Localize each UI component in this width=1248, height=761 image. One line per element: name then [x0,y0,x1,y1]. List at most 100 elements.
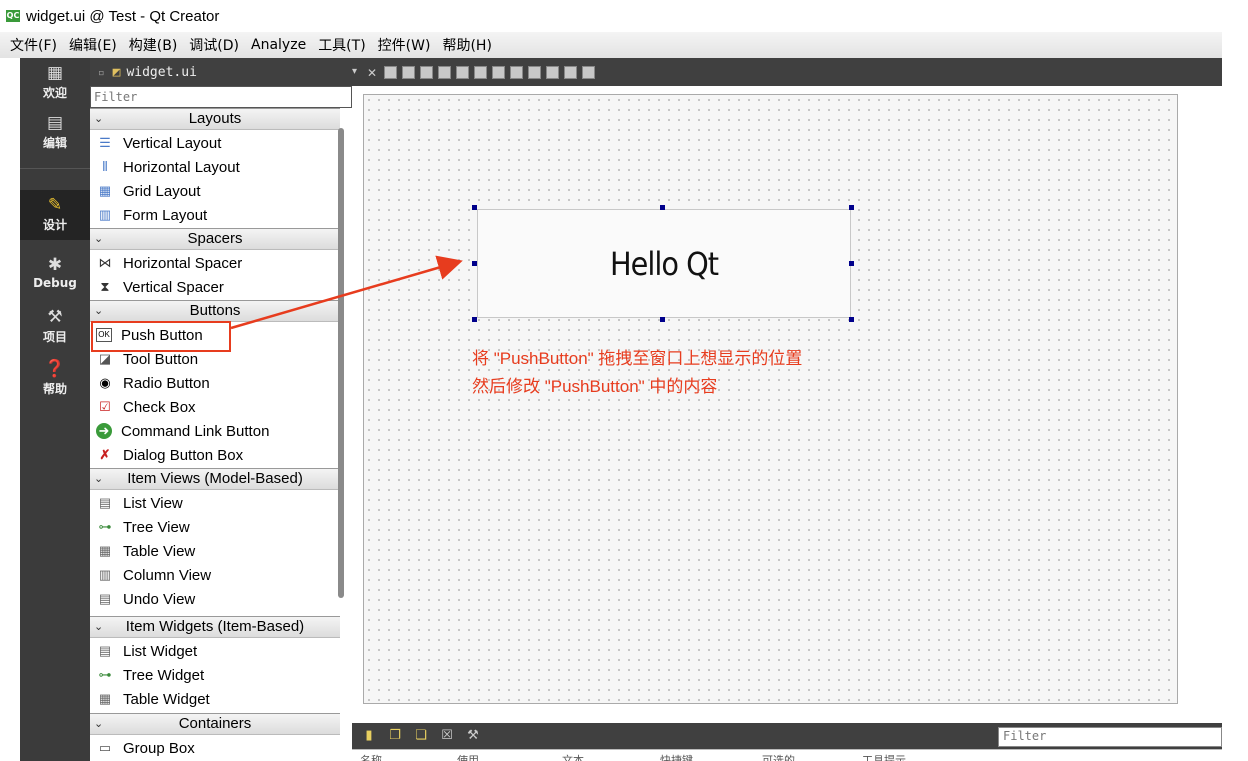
action-filter-input[interactable]: Filter [998,727,1222,747]
layout-vsplitter-icon[interactable] [510,65,523,79]
menu-edit[interactable]: 编辑(E) [63,35,123,55]
widget-item[interactable]: ▦ Table View [90,539,340,563]
column-header[interactable]: 名称 [360,752,382,761]
widget-item[interactable]: ✗ Dialog Button Box [90,443,340,467]
chevron-down-icon: ⌄ [94,473,104,485]
resize-handle[interactable] [660,317,665,322]
edit-widgets-icon[interactable] [384,65,397,79]
menu-file[interactable]: 文件(F) [4,35,63,55]
column-header[interactable]: 快捷键 [660,752,693,761]
widget-item[interactable]: ➜ Command Link Button [90,419,340,443]
widget-item[interactable]: ⧗ Vertical Spacer [90,275,340,299]
break-layout-icon[interactable] [564,65,577,79]
layout-vertical-icon[interactable] [474,65,487,79]
column-header[interactable]: 使用 [457,752,479,761]
chevron-down-icon: ⌄ [94,718,104,730]
menu-analyze[interactable]: Analyze [245,37,312,53]
delete-action-icon[interactable]: ☒ [440,729,454,743]
widget-item[interactable]: ◉ Radio Button [90,371,340,395]
column-header[interactable]: 可选的 [762,752,795,761]
category-item-widgets[interactable]: ⌄ Item Widgets (Item-Based) [90,616,340,638]
mode-help[interactable]: ❓ 帮助 [20,354,90,404]
menu-build[interactable]: 构建(B) [123,35,184,55]
push-button-highlight [91,321,231,352]
column-header[interactable]: 工具提示 [862,752,906,761]
widget-item[interactable]: ▦ Grid Layout [90,179,340,203]
hello-qt-push-button[interactable]: Hello Qt [477,209,851,318]
mode-projects[interactable]: ⚒ 项目 [20,302,90,352]
widget-item[interactable]: ▤ List Widget [90,639,340,663]
pencil-icon: ✎ [47,195,63,215]
wrench-icon: ⚒ [47,307,63,327]
horizontal-spacer-icon: ⋈ [98,255,112,270]
document-filename: widget.ui [126,64,197,80]
menu-debug[interactable]: 调试(D) [183,35,245,55]
form-layout-icon: ▥ [98,207,112,222]
widget-item[interactable]: ▭ Group Box [90,736,340,760]
list-widget-icon: ▤ [98,643,112,658]
resize-handle[interactable] [472,205,477,210]
layout-horizontal-icon[interactable] [456,65,469,79]
chevron-down-icon: ⌄ [94,305,104,317]
annotation-text: 将 "PushButton" 拖拽至窗口上想显示的位置 然后修改 "PushBu… [472,345,802,401]
mode-edit[interactable]: ▤ 编辑 [20,108,90,158]
tree-widget-icon: ⊶ [98,667,112,682]
widget-item[interactable]: ▤ Undo View [90,587,340,611]
widget-item[interactable]: ▦ Table Widget [90,687,340,711]
copy-action-icon[interactable]: ❐ [388,729,402,743]
command-link-icon: ➜ [96,423,112,439]
document-icon: ▤ [46,113,64,133]
category-buttons[interactable]: ⌄ Buttons [90,300,340,322]
widget-item[interactable]: ⊶ Tree Widget [90,663,340,687]
grid-layout-icon: ▦ [98,183,112,198]
undo-view-icon: ▤ [98,591,112,606]
resize-handle[interactable] [849,261,854,266]
configure-action-icon[interactable]: ⚒ [466,729,480,743]
close-icon[interactable]: ✕ [367,66,379,80]
ui-file-icon: ◩ [112,64,121,80]
new-action-icon[interactable]: ▮ [362,729,376,743]
dialog-button-box-icon: ✗ [99,447,111,462]
vertical-spacer-icon: ⧗ [100,279,110,294]
category-containers[interactable]: ⌄ Containers [90,713,340,735]
dropdown-arrow-icon[interactable]: ▾ [352,66,362,79]
widget-item[interactable]: ⊶ Tree View [90,515,340,539]
annotation-line-1: 将 "PushButton" 拖拽至窗口上想显示的位置 [472,349,803,368]
layout-grid-icon[interactable] [546,65,559,79]
widget-item[interactable]: ⋈ Horizontal Spacer [90,251,340,275]
category-spacers[interactable]: ⌄ Spacers [90,228,340,250]
widget-item[interactable]: ▤ List View [90,491,340,515]
edit-buddies-icon[interactable] [420,65,433,79]
widget-item[interactable]: ▥ Column View [90,563,340,587]
menu-controls[interactable]: 控件(W) [372,35,437,55]
category-layouts[interactable]: ⌄ Layouts [90,108,340,130]
category-item-views[interactable]: ⌄ Item Views (Model-Based) [90,468,340,490]
resize-handle[interactable] [849,205,854,210]
resize-handle[interactable] [472,261,477,266]
menu-tools[interactable]: 工具(T) [312,35,371,55]
edit-taborder-icon[interactable] [438,65,451,79]
paste-action-icon[interactable]: ❏ [414,729,428,743]
open-document[interactable]: ▫ ◩ widget.ui [98,65,197,80]
widget-item[interactable]: ☑ Check Box [90,395,340,419]
edit-signals-icon[interactable] [402,65,415,79]
widget-item[interactable]: ☰ Vertical Layout [90,131,340,155]
widget-filter-input[interactable]: Filter [90,86,352,108]
mode-welcome[interactable]: ▦ 欢迎 [20,58,90,108]
resize-handle[interactable] [472,317,477,322]
adjust-size-icon[interactable] [582,65,595,79]
widget-item[interactable]: ▥ Form Layout [90,203,340,227]
chevron-down-icon: ⌄ [94,113,104,125]
bug-icon: ✱ [47,255,63,275]
mode-design[interactable]: ✎ 设计 [20,190,90,240]
mode-debug[interactable]: ✱ Debug [20,250,90,300]
widget-box-scrollbar[interactable] [338,128,344,598]
column-header[interactable]: 文本 [562,752,584,761]
resize-handle[interactable] [660,205,665,210]
layout-form-icon[interactable] [528,65,541,79]
layout-hsplitter-icon[interactable] [492,65,505,79]
menu-help[interactable]: 帮助(H) [436,35,497,55]
widget-item[interactable]: ⦀ Horizontal Layout [90,155,340,179]
grid-icon: ▦ [46,63,64,83]
resize-handle[interactable] [849,317,854,322]
